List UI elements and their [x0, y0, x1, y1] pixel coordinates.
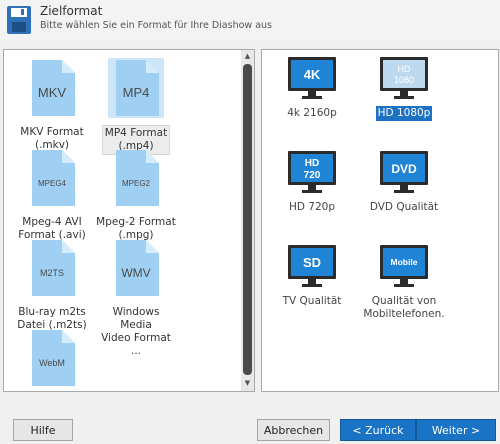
tv-4k-icon: 4K	[288, 57, 336, 99]
preset-label: TV Qualität	[282, 295, 342, 307]
tv-hd1080-icon: HD 1080	[380, 57, 428, 99]
webm-file-icon: WebM	[32, 330, 75, 386]
svg-text:Mobile: Mobile	[391, 257, 418, 267]
preset-item-hd1080[interactable]: HD 1080 HD 1080p	[354, 56, 454, 121]
format-label: Windows Media Video Format ...	[101, 306, 171, 357]
preset-item-mobile[interactable]: Mobile Qualität von Mobiltelefonen.	[354, 244, 454, 322]
format-item-mpeg2[interactable]: MPEG2 Mpeg-2 Format (.mpg)	[94, 148, 178, 243]
scroll-thumb[interactable]	[243, 64, 252, 375]
quality-preset-panel: 4K 4k 2160p HD 1080 HD 1080p HD 720 HD 7…	[261, 49, 499, 392]
svg-text:MPEG4: MPEG4	[38, 179, 67, 188]
format-list-scrollbar[interactable]: ▲ ▼	[241, 50, 254, 391]
preset-label: HD 1080p	[375, 106, 433, 121]
cancel-button[interactable]: Abbrechen	[257, 419, 330, 441]
next-button[interactable]: Weiter >	[416, 419, 496, 441]
svg-text:MP4: MP4	[123, 85, 150, 100]
tv-mobile-icon: Mobile	[380, 245, 428, 287]
scroll-down-arrow-icon[interactable]: ▼	[243, 379, 252, 388]
help-button[interactable]: Hilfe	[13, 419, 73, 441]
format-item-mp4[interactable]: MP4 MP4 Format (.mp4)	[94, 58, 178, 155]
mp4-file-icon: MP4	[116, 60, 159, 116]
preset-label: 4k 2160p	[287, 107, 337, 119]
dialog-title: Zielformat	[40, 4, 103, 18]
svg-text:MPEG2: MPEG2	[122, 179, 151, 188]
preset-item-dvd[interactable]: DVD DVD Qualität	[354, 150, 454, 215]
mkv-file-icon: MKV	[32, 60, 75, 116]
back-button[interactable]: < Zurück	[340, 419, 416, 441]
format-list-panel: MKV MKV Format (.mkv) MP4 MP4 Format (.m…	[3, 49, 255, 392]
wmv-file-icon: WMV	[116, 240, 159, 296]
preset-item-4k[interactable]: 4K 4k 2160p	[262, 56, 362, 121]
dialog-subtitle: Bitte wählen Sie ein Format für Ihre Dia…	[40, 20, 272, 31]
svg-text:DVD: DVD	[391, 162, 417, 176]
scroll-up-arrow-icon[interactable]: ▲	[243, 52, 252, 61]
svg-text:WebM: WebM	[39, 358, 65, 368]
preset-label: HD 720p	[288, 201, 336, 213]
svg-text:M2TS: M2TS	[40, 268, 64, 278]
preset-item-hd720[interactable]: HD 720 HD 720p	[262, 150, 362, 215]
m2ts-file-icon: M2TS	[32, 240, 75, 296]
format-item-mkv[interactable]: MKV MKV Format (.mkv)	[10, 58, 94, 153]
tv-sd-icon: SD	[288, 245, 336, 287]
svg-text:WMV: WMV	[121, 266, 150, 280]
svg-text:HD: HD	[305, 158, 319, 169]
format-item-webm[interactable]: WebM	[10, 328, 94, 391]
preset-item-sd[interactable]: SD TV Qualität	[262, 244, 362, 309]
svg-text:SD: SD	[303, 255, 321, 270]
svg-text:4K: 4K	[304, 67, 321, 82]
svg-text:1080: 1080	[394, 75, 414, 85]
dialog-header: Zielformat Bitte wählen Sie ein Format f…	[0, 0, 500, 40]
save-disk-icon	[7, 6, 31, 34]
svg-text:720: 720	[304, 170, 321, 181]
tv-dvd-icon: DVD	[380, 151, 428, 193]
preset-label: Qualität von Mobiltelefonen.	[363, 295, 445, 320]
svg-text:HD: HD	[398, 64, 411, 74]
svg-text:MKV: MKV	[38, 85, 67, 100]
format-item-m2ts[interactable]: M2TS Blu-ray m2ts Datei (.m2ts)	[10, 238, 94, 333]
tv-hd720-icon: HD 720	[288, 151, 336, 193]
preset-label: DVD Qualität	[369, 201, 439, 213]
mpeg2-file-icon: MPEG2	[116, 150, 159, 206]
format-item-mpeg4[interactable]: MPEG4 Mpeg-4 AVI Format (.avi)	[10, 148, 94, 243]
mpeg4-file-icon: MPEG4	[32, 150, 75, 206]
format-item-wmv[interactable]: WMV Windows Media Video Format ...	[94, 238, 178, 359]
